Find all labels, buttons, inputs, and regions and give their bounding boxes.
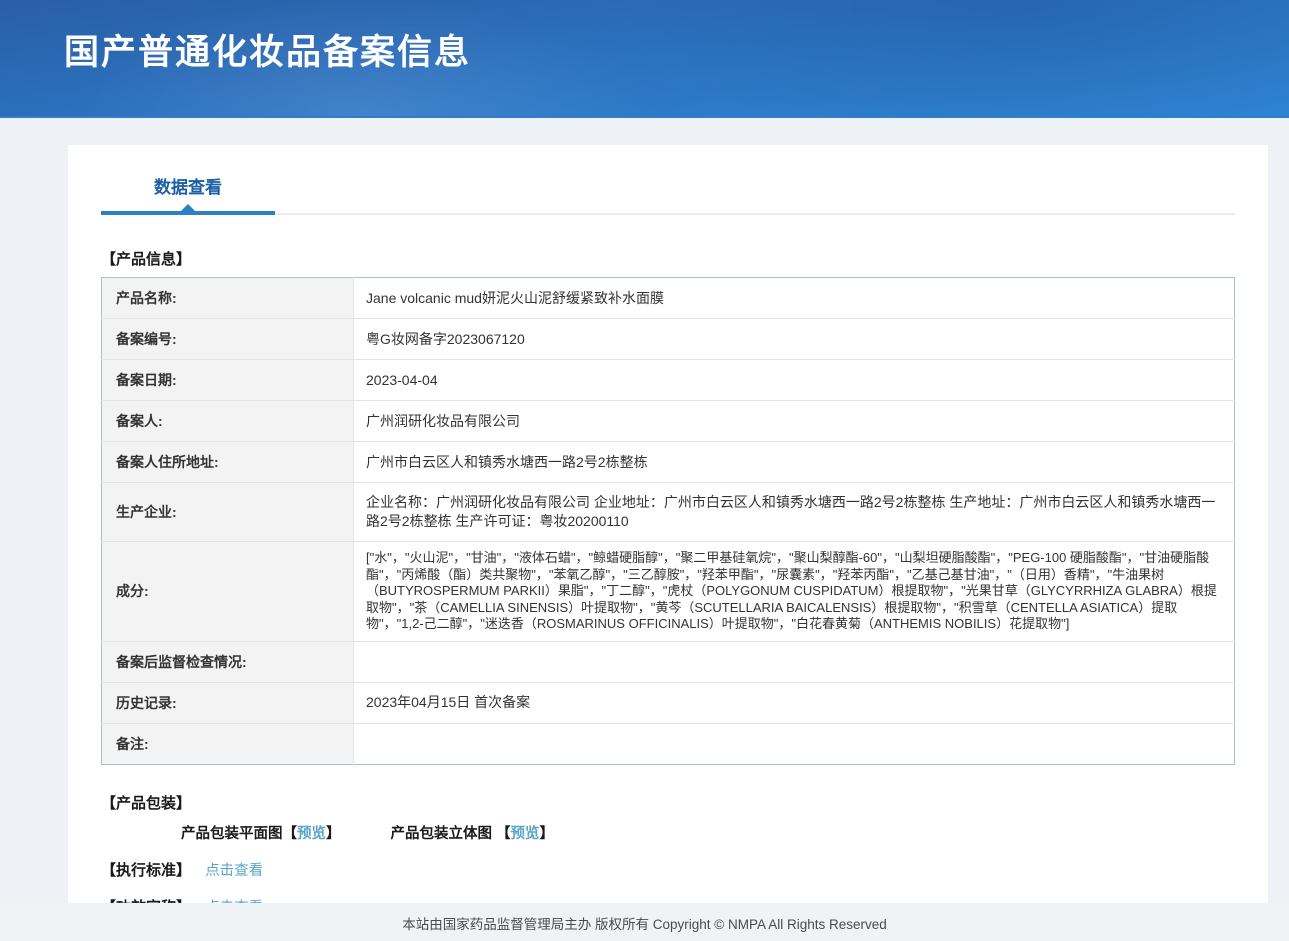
field-label: 备案人:	[102, 401, 354, 442]
field-label: 备案后监督检查情况:	[102, 641, 354, 682]
table-row-supervision: 备案后监督检查情况:	[102, 641, 1235, 682]
field-value: 广州润研化妆品有限公司	[354, 401, 1235, 442]
table-row-product-name: 产品名称: Jane volcanic mud妍泥火山泥舒缓紧致补水面膜	[102, 278, 1235, 319]
flat-packaging-preview-link[interactable]: 预览	[297, 826, 326, 842]
table-row-record-number: 备案编号: 粤G妆网备字2023067120	[102, 319, 1235, 360]
content-card: 数据查看 【产品信息】 产品名称: Jane volcanic mud妍泥火山泥…	[68, 145, 1268, 903]
standard-view-link[interactable]: 点击查看	[205, 863, 263, 879]
packaging-row: 产品包装平面图【预览】 产品包装立体图 【预览】	[101, 822, 1235, 843]
field-label: 产品名称:	[102, 278, 354, 319]
field-label: 备注:	[102, 723, 354, 764]
section-title-product-info: 【产品信息】	[101, 248, 1235, 269]
table-row-history: 历史记录: 2023年04月15日 首次备案	[102, 682, 1235, 723]
tab-data-view-label: 数据查看	[154, 178, 222, 197]
field-value: 广州市白云区人和镇秀水塘西一路2号2栋整栋	[354, 442, 1235, 483]
tab-active-arrow-icon	[181, 204, 195, 211]
field-label: 生产企业:	[102, 483, 354, 542]
page-header: 国产普通化妆品备案信息	[0, 0, 1289, 118]
tab-data-view[interactable]: 数据查看	[101, 173, 275, 213]
bracket-close: 】	[326, 826, 341, 842]
copyright-text: 本站由国家药品监督管理局主办 版权所有 Copyright © NMPA All…	[402, 917, 887, 932]
page-title: 国产普通化妆品备案信息	[0, 0, 1289, 75]
packaging-stereo-label: 产品包装立体图	[391, 826, 493, 842]
packaging-flat-item: 产品包装平面图【预览】	[181, 822, 341, 843]
table-row-ingredients: 成分: ["水"，"火山泥"，"甘油"，"液体石蜡"，"鲸蜡硬脂醇"，"聚二甲基…	[102, 542, 1235, 642]
stereo-packaging-preview-link[interactable]: 预览	[511, 826, 540, 842]
table-row-manufacturer: 生产企业: 企业名称：广州润研化妆品有限公司 企业地址：广州市白云区人和镇秀水塘…	[102, 483, 1235, 542]
table-row-remarks: 备注:	[102, 723, 1235, 764]
section-title-standard: 【执行标准】	[101, 859, 191, 880]
bracket-open: 【	[283, 826, 298, 842]
field-value: 粤G妆网备字2023067120	[354, 319, 1235, 360]
field-value	[354, 723, 1235, 764]
packaging-stereo-item: 产品包装立体图 【预览】	[391, 822, 555, 843]
field-value: Jane volcanic mud妍泥火山泥舒缓紧致补水面膜	[354, 278, 1235, 319]
site-footer: 本站由国家药品监督管理局主办 版权所有 Copyright © NMPA All…	[0, 903, 1289, 941]
field-label: 备案人住所地址:	[102, 442, 354, 483]
field-label: 成分:	[102, 542, 354, 642]
field-value	[354, 641, 1235, 682]
field-value: 2023-04-04	[354, 360, 1235, 401]
field-label: 备案日期:	[102, 360, 354, 401]
table-row-record-date: 备案日期: 2023-04-04	[102, 360, 1235, 401]
bracket-open: 【	[496, 826, 511, 842]
field-value: 企业名称：广州润研化妆品有限公司 企业地址：广州市白云区人和镇秀水塘西一路2号2…	[354, 483, 1235, 542]
table-row-registrant-address: 备案人住所地址: 广州市白云区人和镇秀水塘西一路2号2栋整栋	[102, 442, 1235, 483]
tab-active-underline	[101, 211, 275, 215]
standard-row: 【执行标准】 点击查看	[101, 859, 1235, 880]
product-info-table: 产品名称: Jane volcanic mud妍泥火山泥舒缓紧致补水面膜 备案编…	[101, 277, 1235, 765]
field-value: 2023年04月15日 首次备案	[354, 682, 1235, 723]
packaging-flat-label: 产品包装平面图	[181, 826, 283, 842]
field-label: 历史记录:	[102, 682, 354, 723]
field-label: 备案编号:	[102, 319, 354, 360]
section-title-packaging: 【产品包装】	[101, 792, 1235, 813]
bracket-close: 】	[540, 826, 555, 842]
tab-bar: 数据查看	[101, 145, 1235, 215]
table-row-registrant: 备案人: 广州润研化妆品有限公司	[102, 401, 1235, 442]
field-value: ["水"，"火山泥"，"甘油"，"液体石蜡"，"鲸蜡硬脂醇"，"聚二甲基硅氧烷"…	[354, 542, 1235, 642]
